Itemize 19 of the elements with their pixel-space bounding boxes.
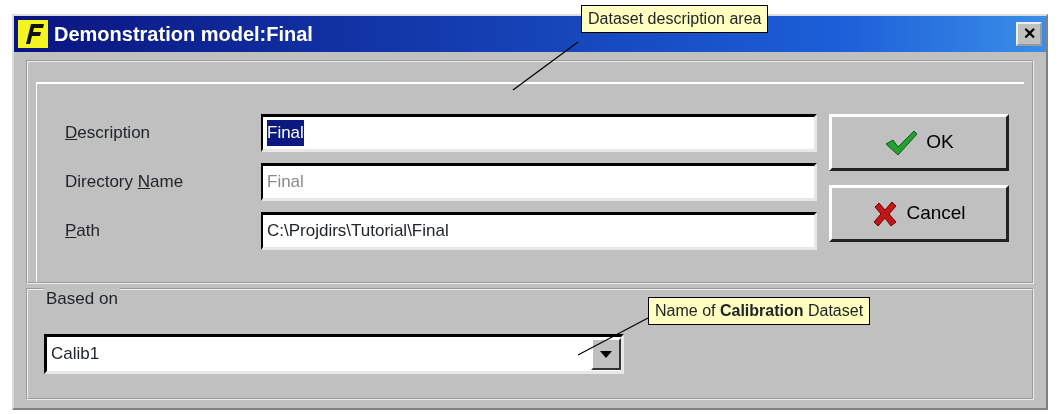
leader-line <box>512 41 579 91</box>
input-field[interactable]: C:\Projdirs\Tutorial\Final <box>261 212 817 250</box>
cross-icon <box>872 200 899 227</box>
cancel-button[interactable]: Cancel <box>829 185 1009 242</box>
field-label: Path <box>65 220 100 243</box>
caret-icon <box>600 350 612 358</box>
field-label: Directory Name <box>65 171 184 194</box>
input-field[interactable]: Final <box>261 114 817 152</box>
checkmark-icon <box>884 129 919 156</box>
close-button[interactable]: ✕ <box>1016 22 1042 46</box>
leader-line <box>577 317 649 356</box>
field-label: Description <box>65 122 151 145</box>
callout-label: Dataset description area <box>581 5 769 33</box>
callout-label: Name of Calibration Dataset <box>648 297 871 325</box>
app-logo-icon <box>18 20 48 48</box>
dropdown-field[interactable]: Calib1 <box>44 334 624 374</box>
dropdown-arrow-button[interactable] <box>591 338 621 370</box>
window-title: Demonstration model:Final <box>54 22 313 47</box>
ok-button[interactable]: OK <box>829 114 1009 171</box>
